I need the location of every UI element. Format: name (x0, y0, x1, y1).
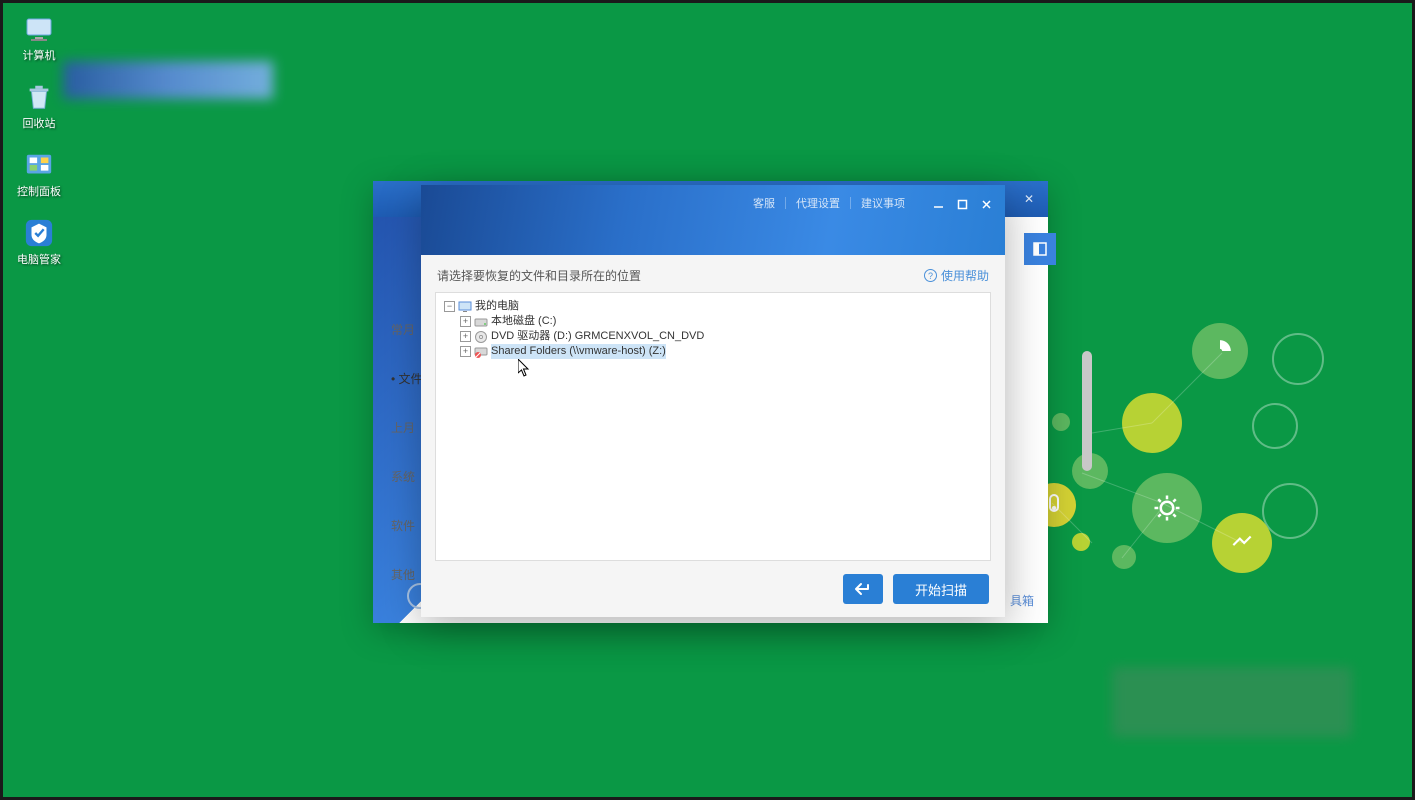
close-button[interactable] (977, 195, 995, 213)
parent-side-button[interactable] (1024, 233, 1056, 265)
desktop-icon-control-panel[interactable]: 控制面板 (17, 149, 61, 199)
desktop-icon-pc-manager[interactable]: 电脑管家 (17, 217, 61, 267)
maximize-button[interactable] (953, 195, 971, 213)
dialog-titlebar: 客服 代理设置 建议事项 (421, 185, 1005, 255)
back-arrow-icon (854, 582, 872, 596)
computer-icon (458, 300, 472, 314)
dialog-content: 请选择要恢复的文件和目录所在的位置 ? 使用帮助 − 我的电脑 + 本地磁盘 (… (421, 255, 1005, 561)
tree-node-drive-z[interactable]: + Shared Folders (\\vmware-host) (Z:) (460, 344, 986, 359)
back-button[interactable] (843, 574, 883, 604)
location-tree[interactable]: − 我的电脑 + 本地磁盘 (C:) + DVD 驱动器 (D:) GRMCEN… (435, 292, 991, 561)
tree-label: DVD 驱动器 (D:) GRMCENXVOL_CN_DVD (491, 329, 704, 344)
dialog-header-links: 客服 代理设置 建议事项 (743, 195, 915, 211)
computer-icon (23, 13, 55, 45)
dialog-prompt: 请选择要恢复的文件和目录所在的位置 (437, 267, 641, 284)
desktop-icon-label: 电脑管家 (17, 251, 61, 267)
header-link-support[interactable]: 客服 (743, 195, 785, 211)
network-drive-icon (474, 345, 488, 359)
expand-icon[interactable]: + (460, 346, 471, 357)
disk-icon (474, 315, 488, 329)
tree-node-drive-d[interactable]: + DVD 驱动器 (D:) GRMCENXVOL_CN_DVD (460, 329, 986, 344)
dialog-footer: 开始扫描 (421, 561, 1005, 617)
obscured-region (1112, 667, 1352, 737)
parent-footer-text: 具箱 (1010, 592, 1034, 609)
pc-manager-icon (23, 217, 55, 249)
desktop-icon-label: 回收站 (23, 115, 56, 131)
dvd-icon (474, 330, 488, 344)
recovery-dialog: 客服 代理设置 建议事项 请选择要恢复的文件和目录所在的位置 ? 使用帮助 (421, 185, 1005, 617)
help-icon: ? (924, 269, 937, 282)
desktop-icon-label: 控制面板 (17, 183, 61, 199)
tree-node-root[interactable]: − 我的电脑 (444, 299, 986, 314)
cursor-icon (518, 359, 530, 377)
desktop-icon-computer[interactable]: 计算机 (17, 13, 61, 63)
expand-icon[interactable]: + (460, 331, 471, 342)
desktop-icons: 计算机 回收站 控制面板 电脑管家 (17, 13, 61, 267)
minimize-button[interactable] (929, 195, 947, 213)
header-link-proxy[interactable]: 代理设置 (786, 195, 850, 211)
close-button[interactable]: ✕ (1018, 188, 1040, 210)
scrollbar[interactable] (1082, 351, 1092, 471)
collapse-icon[interactable]: − (444, 301, 455, 312)
tree-label: Shared Folders (\\vmware-host) (Z:) (491, 344, 666, 359)
tree-label: 我的电脑 (475, 299, 519, 314)
desktop-icon-label: 计算机 (23, 47, 56, 63)
help-label: 使用帮助 (941, 267, 989, 284)
window-controls (929, 195, 995, 213)
desktop-icon-recycle[interactable]: 回收站 (17, 81, 61, 131)
header-link-suggest[interactable]: 建议事项 (851, 195, 915, 211)
tree-label: 本地磁盘 (C:) (491, 314, 556, 329)
expand-icon[interactable]: + (460, 316, 471, 327)
recycle-bin-icon (23, 81, 55, 113)
help-link[interactable]: ? 使用帮助 (924, 267, 989, 284)
desktop: 计算机 回收站 控制面板 电脑管家 (3, 3, 1412, 797)
start-scan-button[interactable]: 开始扫描 (893, 574, 989, 604)
scan-button-label: 开始扫描 (915, 580, 967, 599)
wallpaper-decoration (1012, 283, 1372, 643)
tree-node-drive-c[interactable]: + 本地磁盘 (C:) (460, 314, 986, 329)
obscured-region (63, 61, 273, 99)
control-panel-icon (23, 149, 55, 181)
